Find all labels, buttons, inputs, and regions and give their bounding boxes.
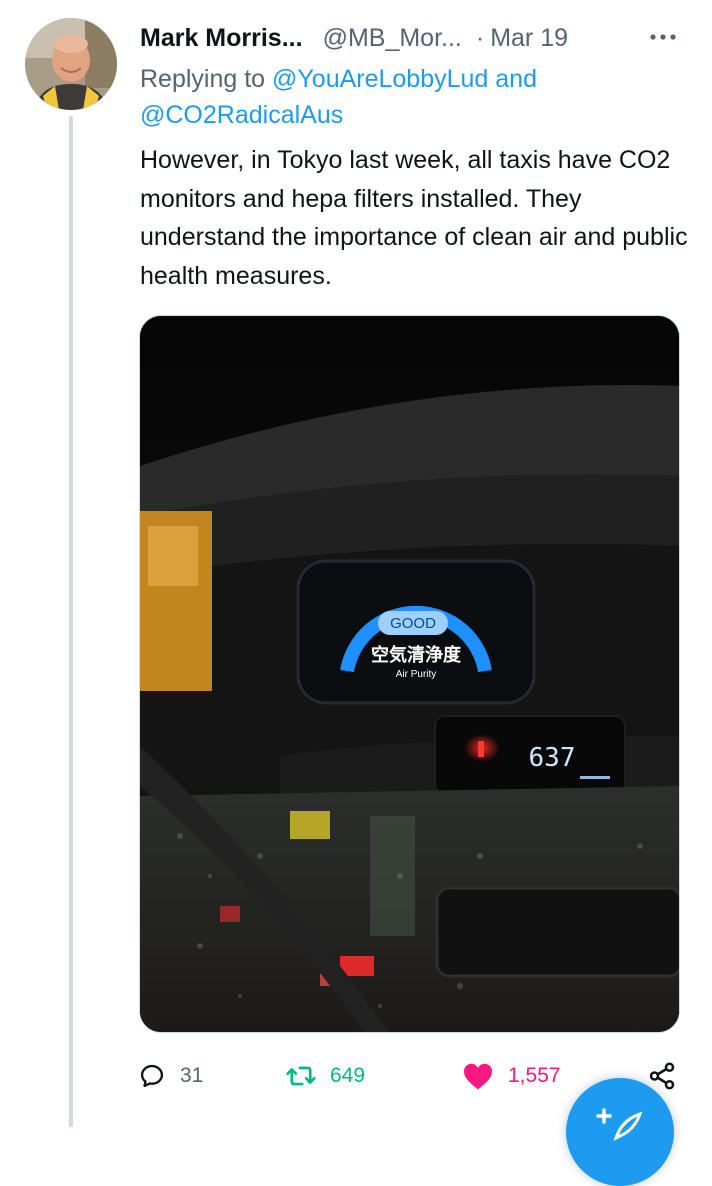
monitor-label-en: Air Purity [396,669,437,680]
share-icon [649,1062,675,1090]
reply-icon [140,1064,164,1088]
compose-feather-icon [596,1108,643,1141]
tweet-media[interactable]: GOOD 空気清浄度 Air Purity 637 [139,315,680,1033]
co2-reading: 637 [529,743,576,773]
heart-filled-icon [464,1063,492,1090]
retweet-button[interactable]: 649 [286,1058,365,1094]
monitor-label-ja: 空気清浄度 [371,644,462,666]
author-name[interactable]: Mark Morris... [140,24,303,53]
tweet-header: Mark Morris... @MB_Mor... · Mar 19 [140,20,680,56]
more-options-icon[interactable] [648,26,678,48]
taxi-monitor-photo: GOOD 空気清浄度 Air Purity 637 [140,316,679,1032]
thread-line [69,116,73,1127]
mention-joiner: and [495,65,537,93]
separator-dot: · [475,23,485,52]
reply-button[interactable]: 31 [138,1058,203,1094]
author-handle[interactable]: @MB_Mor... [323,24,462,53]
mention-link[interactable]: @CO2RadicalAus [140,101,343,129]
avatar-image [25,18,117,110]
reply-count: 31 [180,1064,204,1087]
retweet-icon [286,1066,316,1086]
mention-link[interactable]: @YouAreLobbyLud [272,65,488,93]
avatar[interactable] [25,18,117,110]
like-count: 1,557 [508,1064,561,1087]
replying-to: Replying to @YouAreLobbyLud and @CO2Radi… [140,61,680,133]
tweet-date[interactable]: Mar 19 [490,24,568,53]
tweet-text: However, in Tokyo last week, all taxis h… [140,146,688,290]
like-button[interactable]: 1,557 [462,1058,561,1094]
compose-button[interactable] [566,1078,674,1186]
retweet-count: 649 [330,1064,366,1087]
monitor-status-text: GOOD [390,615,436,632]
replying-prefix: Replying to [140,65,266,93]
